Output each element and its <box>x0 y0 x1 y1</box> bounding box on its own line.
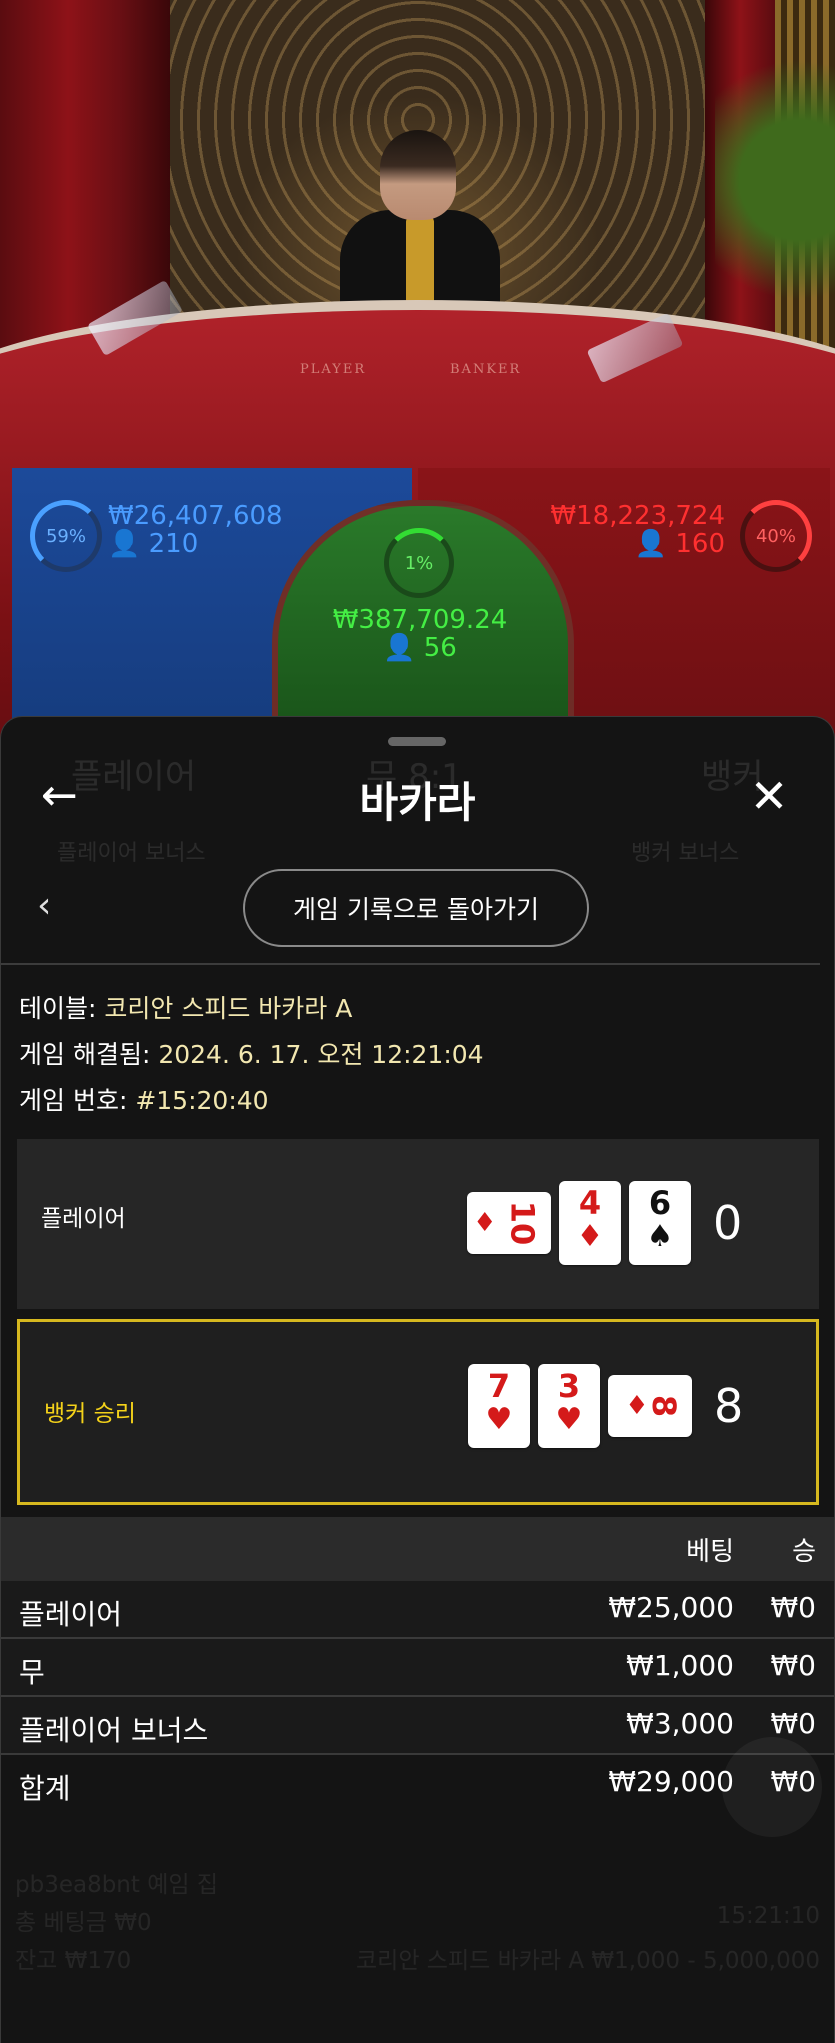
plant <box>715 60 835 360</box>
player-card-3: 6 ♠ <box>629 1181 691 1265</box>
sheet-drag-handle[interactable] <box>388 737 446 746</box>
column-bet: 베팅 <box>686 1537 734 1567</box>
divider <box>1 963 820 965</box>
suit-icon: ♦ <box>473 1208 497 1238</box>
tie-bet-total: ₩387,709.24 👤 56 <box>320 606 520 662</box>
menu-button[interactable] <box>722 1737 822 1837</box>
footer-balance: 잔고 ₩170 <box>15 1948 132 1974</box>
bets-table-header: 베팅 승 <box>1 1517 834 1581</box>
player-bet-total: ₩26,407,608 👤 210 <box>108 502 283 558</box>
table-row: 무 ₩1,000 ₩0 <box>1 1639 834 1697</box>
felt-player-text: PLAYER <box>300 362 367 377</box>
card-rank: 8 <box>644 1394 683 1418</box>
resolved-time: 게임 해결됨: 2024. 6. 17. 오전 12:21:04 <box>19 1040 484 1069</box>
footer-table: 코리안 스피드 바카라 A ₩1,000 - 5,000,000 <box>356 1948 820 1974</box>
card-rank: 7 <box>487 1367 511 1405</box>
player-bet-amount: ₩26,407,608 <box>108 501 283 531</box>
sheet-title: 바카라 <box>359 778 476 827</box>
player-hand-row: 플레이어 ♦ 10 4 ♦ 6 ♠ 0 <box>17 1139 819 1309</box>
game-history-sheet: 플레이어 무 8:1 뱅커 플레이어 보너스 뱅커 보너스 ← 바카라 ✕ ‹ … <box>0 716 835 2043</box>
table-row: 플레이어 ₩25,000 ₩0 <box>1 1581 834 1639</box>
banker-hand-row: 뱅커 승리 7 ♥ 3 ♥ ♦ 8 8 <box>17 1319 819 1505</box>
banker-card-3: ♦ 8 <box>608 1375 692 1437</box>
player-percent-ring: 59% <box>30 500 102 572</box>
banker-win-label: 뱅커 승리 <box>44 1401 136 1427</box>
game-number: 게임 번호: #15:20:40 <box>19 1086 269 1115</box>
banker-percent-ring: 40% <box>740 500 812 572</box>
close-icon[interactable]: ✕ <box>744 771 794 821</box>
bg-banker-bonus: 뱅커 보너스 <box>631 841 740 866</box>
bg-player-bonus: 플레이어 보너스 <box>57 841 206 866</box>
card-rank: 3 <box>557 1367 581 1405</box>
table-info: 테이블: 코리안 스피드 바카라 A <box>19 994 353 1023</box>
tie-percent-ring: 1% <box>384 528 454 598</box>
banker-bet-amount: ₩18,223,724 <box>550 501 725 531</box>
player-card-1: ♦ 10 <box>467 1192 551 1254</box>
chevron-left-icon[interactable]: ‹ <box>37 885 51 926</box>
banker-cards: 7 ♥ 3 ♥ ♦ 8 8 <box>468 1364 743 1448</box>
back-to-history-button[interactable]: 게임 기록으로 돌아가기 <box>243 869 589 947</box>
player-bettor-count: 👤 210 <box>108 529 199 559</box>
felt-banker-text: BANKER <box>450 362 522 377</box>
banker-card-2: 3 ♥ <box>538 1364 600 1448</box>
footer-time: 15:21:10 <box>716 1903 820 1929</box>
suit-icon: ♦ <box>576 1219 604 1254</box>
banker-bet-total: ₩18,223,724 👤 160 <box>550 502 725 558</box>
banker-score: 8 <box>714 1379 744 1433</box>
player-card-2: 4 ♦ <box>559 1181 621 1265</box>
tie-bettor-count: 👤 56 <box>383 633 457 663</box>
tie-bet-amount: ₩387,709.24 <box>332 605 508 635</box>
card-rank: 10 <box>503 1200 542 1246</box>
suit-icon: ♥ <box>485 1402 513 1437</box>
column-win: 승 <box>792 1537 816 1567</box>
suit-icon: ♠ <box>646 1219 674 1254</box>
footer-user: pb3ea8bnt 예임 집 <box>15 1872 219 1898</box>
suit-icon: ♥ <box>555 1402 583 1437</box>
total-row: 합계 ₩29,000 ₩0 <box>19 1765 816 1805</box>
card-rank: 6 <box>648 1184 672 1222</box>
player-score: 0 <box>713 1196 743 1250</box>
card-rank: 4 <box>578 1184 602 1222</box>
banker-bettor-count: 👤 160 <box>634 529 725 559</box>
footer-total-bet: 총 베팅금 ₩0 <box>15 1910 152 1936</box>
player-hand-label: 플레이어 <box>41 1206 126 1232</box>
banker-card-1: 7 ♥ <box>468 1364 530 1448</box>
table-row: 플레이어 보너스 ₩3,000 ₩0 <box>1 1697 834 1755</box>
player-cards: ♦ 10 4 ♦ 6 ♠ 0 <box>467 1181 742 1265</box>
